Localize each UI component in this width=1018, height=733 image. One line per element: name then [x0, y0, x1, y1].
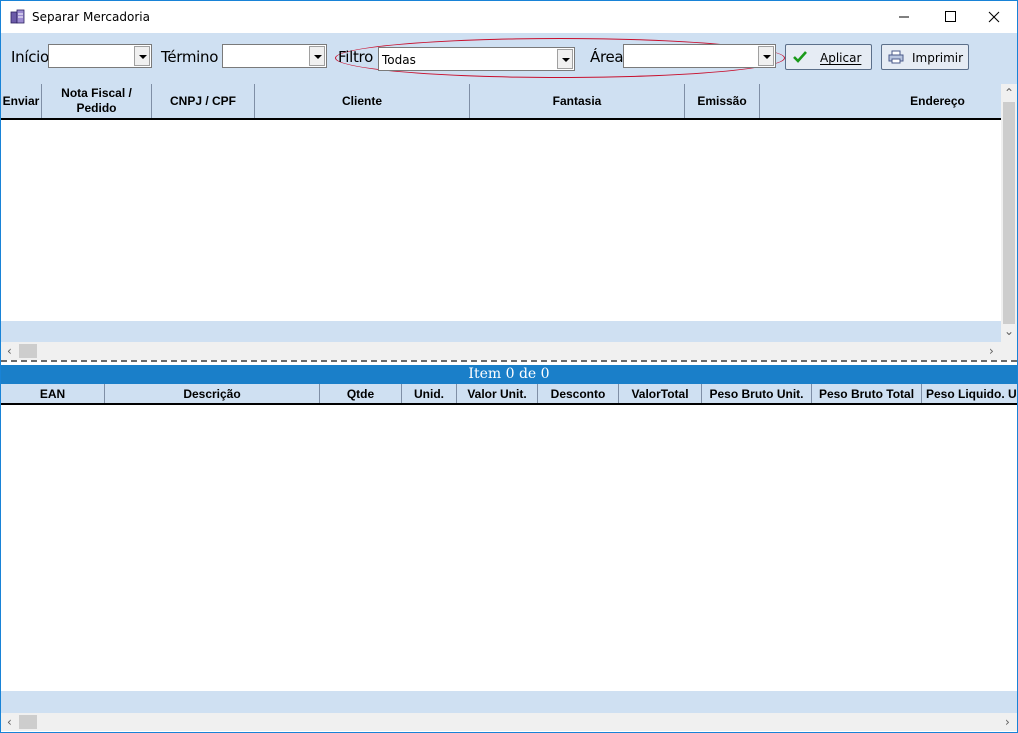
col-cliente[interactable]: Cliente [255, 84, 470, 118]
window-title: Separar Mercadoria [32, 10, 150, 24]
scroll-down-icon[interactable]: ⌄ [1004, 324, 1014, 338]
chevron-down-icon[interactable] [758, 46, 774, 66]
orders-grid-footer [1, 321, 1001, 342]
printer-icon [888, 50, 904, 64]
scroll-up-icon[interactable]: ⌃ [1004, 86, 1014, 100]
col-enviar[interactable]: Enviar [1, 84, 42, 118]
col-peso-bruto-total[interactable]: Peso Bruto Total [812, 384, 922, 403]
aplicar-button[interactable]: Aplicar [785, 44, 872, 70]
maximize-icon [945, 11, 956, 22]
imprimir-button[interactable]: Imprimir [881, 44, 969, 70]
filtro-select[interactable]: Todas [378, 47, 575, 71]
items-grid-header: EAN Descrição Qtde Unid. Valor Unit. Des… [1, 384, 1017, 405]
chevron-down-icon[interactable] [134, 46, 150, 66]
orders-grid-body[interactable] [1, 121, 1001, 321]
col-endereco[interactable]: Endereço [760, 84, 1017, 118]
horizontal-scroll-thumb[interactable] [19, 344, 37, 358]
col-emissao[interactable]: Emissão [685, 84, 760, 118]
items-grid-footer [1, 691, 1017, 713]
termino-label: Término [161, 48, 219, 66]
col-qtde[interactable]: Qtde [320, 384, 402, 403]
items-grid-body[interactable] [1, 406, 1017, 691]
scroll-left-icon[interactable]: ‹ [7, 715, 12, 729]
close-button[interactable] [971, 1, 1017, 33]
items-horizontal-scrollbar[interactable]: ‹ › [1, 713, 1017, 731]
imprimir-label: Imprimir [912, 51, 964, 65]
col-descricao[interactable]: Descrição [105, 384, 320, 403]
horizontal-scroll-thumb[interactable] [19, 715, 37, 729]
inicio-date-picker[interactable] [48, 44, 152, 68]
minimize-button[interactable] [881, 1, 927, 33]
col-peso-bruto-unit[interactable]: Peso Bruto Unit. [702, 384, 812, 403]
area-select[interactable] [623, 44, 776, 68]
orders-horizontal-scrollbar[interactable]: ‹ › [1, 342, 1017, 360]
col-desconto[interactable]: Desconto [538, 384, 619, 403]
scroll-left-icon[interactable]: ‹ [7, 344, 12, 358]
scroll-right-icon[interactable]: › [989, 344, 994, 358]
col-valor-total[interactable]: ValorTotal [619, 384, 702, 403]
checkmark-icon [793, 51, 807, 63]
minimize-icon [899, 16, 909, 18]
filtro-label: Filtro [338, 48, 373, 66]
col-valor-unit[interactable]: Valor Unit. [457, 384, 538, 403]
scroll-right-icon[interactable]: › [1005, 715, 1010, 729]
close-icon [988, 11, 1000, 23]
maximize-button[interactable] [927, 1, 973, 33]
filter-toolbar: Início Término Filtro Todas Área Aplicar [1, 33, 1017, 84]
col-unid[interactable]: Unid. [402, 384, 457, 403]
col-nota-fiscal-pedido[interactable]: Nota Fiscal / Pedido [42, 84, 152, 118]
col-cnpj-cpf[interactable]: CNPJ / CPF [152, 84, 255, 118]
app-icon [10, 9, 25, 24]
termino-date-picker[interactable] [222, 44, 327, 68]
col-ean[interactable]: EAN [1, 384, 105, 403]
title-bar[interactable]: Separar Mercadoria [1, 1, 1017, 33]
separar-mercadoria-window: Separar Mercadoria Início Término Filtro… [0, 0, 1018, 733]
area-label: Área [590, 48, 624, 66]
inicio-label: Início [11, 48, 49, 66]
orders-vertical-scrollbar[interactable]: ⌃ ⌄ [1001, 84, 1017, 342]
aplicar-label: Aplicar [820, 51, 862, 65]
vertical-scroll-thumb[interactable] [1003, 102, 1015, 324]
filtro-value: Todas [382, 53, 416, 67]
orders-grid-header: Enviar Nota Fiscal / Pedido CNPJ / CPF C… [1, 84, 1001, 120]
item-count-bar: Item 0 de 0 [1, 365, 1017, 384]
chevron-down-icon[interactable] [557, 49, 573, 69]
col-peso-liquido-unit[interactable]: Peso Liquido. Un [922, 384, 1017, 403]
chevron-down-icon[interactable] [309, 46, 325, 66]
col-fantasia[interactable]: Fantasia [470, 84, 685, 118]
